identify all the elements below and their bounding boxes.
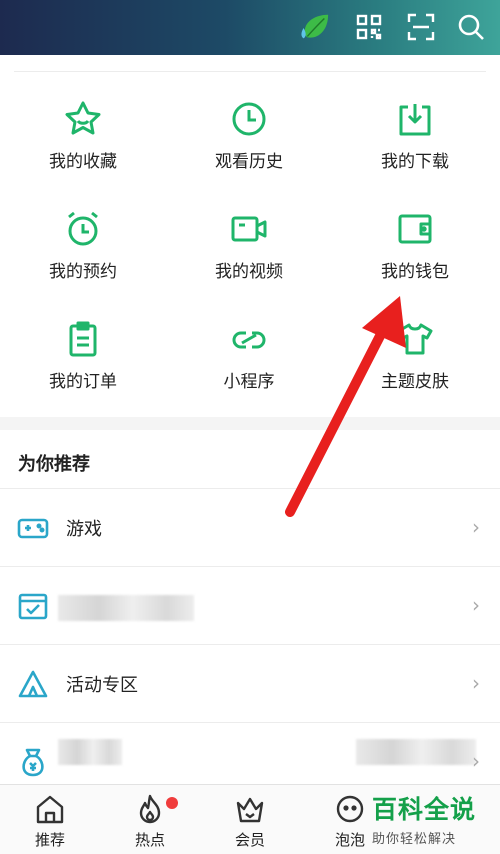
home-icon [36,795,64,824]
checklist-icon [18,593,48,620]
star-icon [65,101,101,135]
chevron-right-icon: › [472,515,480,539]
feature-grid: 我的收藏 观看历史 我的下载 我的预约 我的视频 我的钱包 我的订单 小程序 主… [0,55,500,417]
wallet-icon [398,214,432,244]
tab-label: 推荐 [34,831,65,849]
download-icon [399,104,431,136]
grid-item-my-videos[interactable]: 我的视频 [166,209,332,309]
watermark-subtitle: 助你轻松解决 [372,832,457,847]
list-item-activity-zone[interactable]: 活动专区 › [0,644,500,722]
flame-icon [139,794,161,824]
list-item-blurred-2[interactable]: › [0,722,500,784]
tab-vip[interactable]: 会员 [200,793,300,853]
tab-label: 热点 [134,831,165,849]
grid-item-label: 主题皮肤 [381,372,449,392]
grid-item-history[interactable]: 观看历史 [166,99,332,199]
grid-item-label: 我的收藏 [49,152,117,172]
blurred-value [356,739,476,765]
section-title: 为你推荐 [18,454,90,475]
grid-item-label: 我的钱包 [381,262,449,282]
grid-item-label: 我的视频 [215,262,283,282]
notification-dot [166,797,178,809]
blurred-label [58,595,194,621]
chevron-right-icon: › [472,671,480,695]
bubble-icon [336,795,364,823]
grid-item-label: 我的订单 [49,372,117,392]
tent-icon [18,670,48,698]
clock-icon [232,102,266,136]
grid-item-label: 我的下载 [381,152,449,172]
tab-label: 泡泡 [334,831,365,849]
link-icon [232,331,266,349]
list-item-games[interactable]: 游戏 › [0,488,500,566]
alarm-icon [68,211,98,246]
tab-recommend[interactable]: 推荐 [0,793,100,853]
search-icon[interactable] [454,10,488,44]
grid-item-downloads[interactable]: 我的下载 [332,99,498,199]
grid-item-favorites[interactable]: 我的收藏 [0,99,166,199]
crown-icon [236,797,264,823]
grid-item-orders[interactable]: 我的订单 [0,319,166,419]
grid-item-label: 观看历史 [215,152,283,172]
video-camera-icon [231,216,267,242]
blurred-label [58,739,122,765]
top-header-bar [0,0,500,55]
grid-item-reservations[interactable]: 我的预约 [0,209,166,309]
grid-item-theme-skin[interactable]: 主题皮肤 [332,319,498,419]
chevron-right-icon: › [472,593,480,617]
list-item-label: 活动专区 [66,675,138,696]
chevron-right-icon: › [472,749,480,773]
tshirt-icon [397,323,433,355]
list-item-label: 游戏 [66,519,102,540]
grid-item-label: 我的预约 [49,262,117,282]
grid-item-label: 小程序 [223,372,275,392]
gamepad-icon [17,518,49,539]
tab-hot[interactable]: 热点 [100,793,200,853]
divider [14,71,486,72]
grid-item-mini-programs[interactable]: 小程序 [166,319,332,419]
leaf-icon[interactable] [296,10,330,44]
recommend-section: 为你推荐 游戏 › › 活动专区 › › [0,430,500,784]
money-bag-icon [22,748,44,777]
scan-icon[interactable] [404,10,438,44]
watermark-title: 百科全说 [372,795,477,824]
tab-label: 会员 [234,831,265,849]
watermark: 百科全说 助你轻松解决 [372,790,498,850]
list-item-blurred[interactable]: › [0,566,500,644]
grid-item-wallet[interactable]: 我的钱包 [332,209,498,309]
qr-code-icon[interactable] [352,10,386,44]
clipboard-icon [69,321,97,357]
